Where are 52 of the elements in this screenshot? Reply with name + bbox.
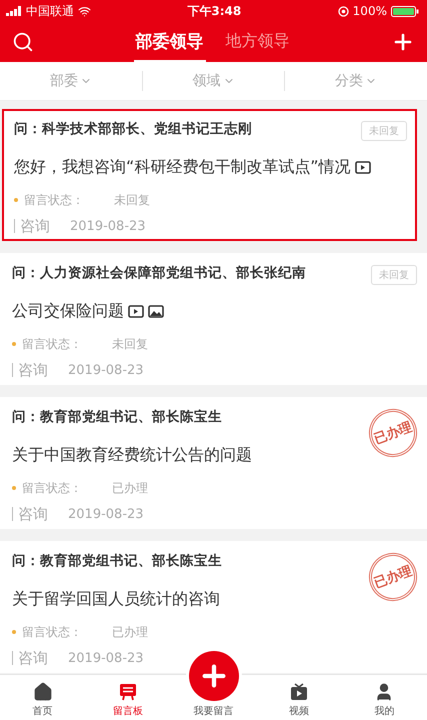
status-dot [12,630,16,634]
message-date: 2019-08-23 [68,506,144,522]
battery-percent: 100% [352,4,387,18]
wifi-icon [78,4,91,18]
status-label: 留言状态： [22,624,82,640]
message-title: 您好，我想咨询“科研经费包干制改革试点”情况 [14,156,351,178]
nav-tab[interactable]: 留言板 [85,675,171,720]
question-heading: 问：人力资源社会保障部党组书记、部长张纪南 [12,264,306,282]
question-heading: 问：教育部党组书记、部长陈宝生 [12,408,222,426]
status-label: 留言状态： [22,336,82,352]
message-card[interactable]: 问：人力资源社会保障部党组书记、部长张纪南 公司交保险问题 留言状态： 未回复 咨询 2019-08-23 未回复 [0,253,427,385]
clock-text: 下午3:48 [187,2,242,20]
message-title: 关于中国教育经费统计公告的问题 [12,444,252,466]
tv-icon [288,682,309,702]
question-heading: 问：科学技术部部长、党组书记王志刚 [14,120,252,138]
message-type: 咨询 [12,507,48,521]
status-dot [12,486,16,490]
nav-tab[interactable]: 首页 [0,675,86,720]
video-icon [354,160,371,174]
message-card[interactable]: 问：教育部党组书记、部长陈宝生 关于中国教育经费统计公告的问题 留言状态： 已办理 咨询 2019-08-23 已办理 [0,397,427,529]
nav-tab[interactable]: 我的 [342,675,427,720]
message-date: 2019-08-23 [68,650,144,666]
message-type: 咨询 [12,363,48,377]
lock-rotation-icon [338,6,349,16]
message-card[interactable]: 问：教育部党组书记、部长陈宝生 关于留学回国人员统计的咨询 留言状态： 已办理 咨询 2019-08-23 已办理 [0,541,427,673]
message-card[interactable]: 问：科学技术部部长、党组书记王志刚 您好，我想咨询“科研经费包干制改革试点”情况 留言状态： 未回复 咨询 2019-08-23 未回复 [2,109,417,241]
message-title: 关于留学回国人员统计的咨询 [12,588,220,610]
carrier-text: 中国联通 [26,2,74,20]
status-label: 留言状态： [24,192,84,208]
status-value: 已办理 [112,480,148,496]
signal-icon [6,6,22,16]
status-value: 未回复 [114,192,150,208]
question-heading: 问：教育部党组书记、部长陈宝生 [12,552,222,570]
image-icon [148,304,164,318]
status-value: 已办理 [112,624,148,640]
message-date: 2019-08-23 [68,362,144,378]
status-badge: 未回复 [371,265,417,285]
search-icon[interactable] [12,31,34,53]
video-icon [128,304,144,318]
message-date: 2019-08-23 [70,218,146,234]
battery-icon [390,6,421,16]
status-label: 留言状态： [22,480,82,496]
message-type: 咨询 [14,219,50,233]
status-dot [14,198,18,202]
home-icon [32,682,53,702]
status-badge: 未回复 [361,121,407,141]
message-type: 咨询 [12,651,48,665]
status-value: 未回复 [112,336,148,352]
nav-tab[interactable]: 视频 [256,675,342,720]
message-board-icon [118,682,138,702]
message-title: 公司交保险问题 [12,300,124,322]
status-dot [12,342,16,346]
